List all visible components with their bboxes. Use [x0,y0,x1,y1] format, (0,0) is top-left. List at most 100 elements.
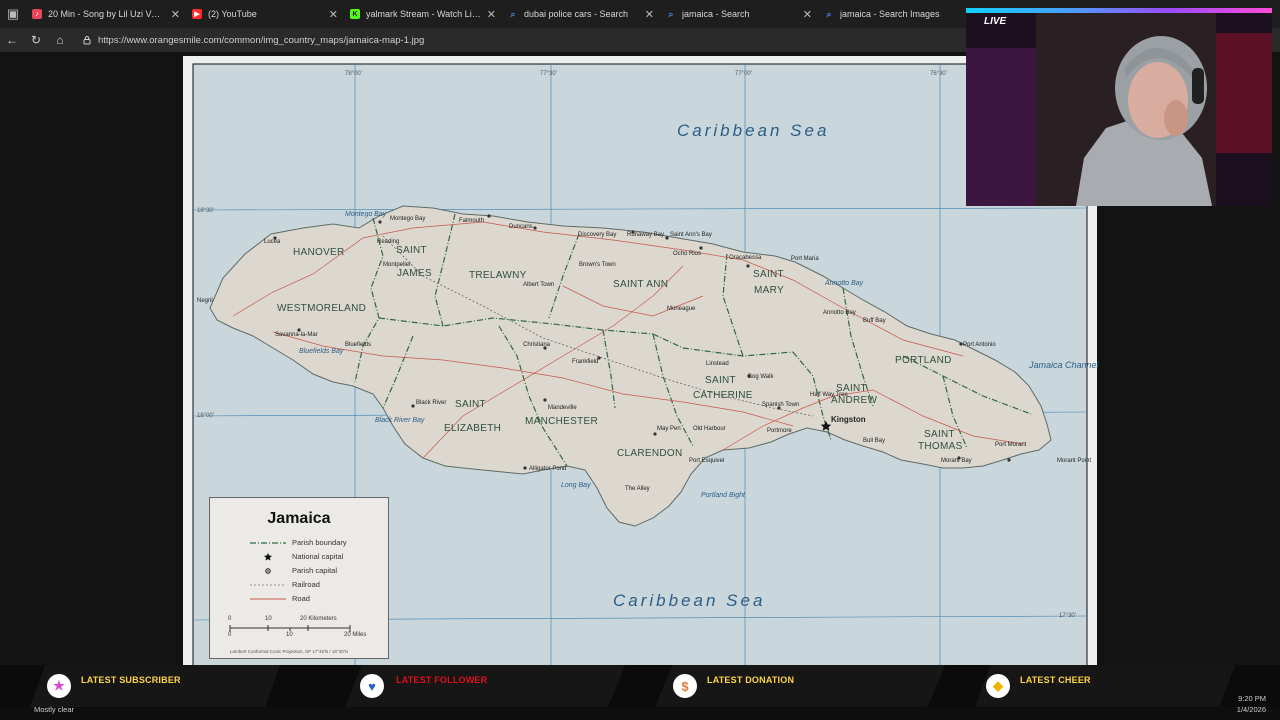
parish-capital-symbol [250,567,286,575]
scale-bar: 0 10 20 Kilometers 0 10 20 Miles [228,616,368,646]
kick-icon: K [350,9,360,19]
legend-label: Parish capital [292,566,338,575]
water-label: Black River Bay [375,417,425,424]
youtube-icon: ▶ [192,9,202,19]
coordinate-label: 76°30' [930,71,947,77]
close-tab-icon[interactable]: ✕ [487,8,496,21]
refresh-icon[interactable]: ↻ [24,28,48,52]
legend-item: Parish capital [250,566,337,575]
latest-cheer-panel [975,665,1235,707]
legend-label: National capital [292,552,344,561]
weather-text[interactable]: Mostly clear [34,705,74,714]
town-label: Discovery Bay [578,232,617,238]
town-label: Bluefields [345,342,372,348]
tab-actions-icon[interactable]: ▣ [0,0,26,28]
legend-item: Road [250,594,310,603]
map-legend: Jamaica Parish boundary National capital… [209,497,389,659]
tab-apple-music[interactable]: ♪ 20 Min - Song by Lil Uzi Vert - Ap ✕ [26,0,186,28]
legend-label: Parish boundary [292,538,347,547]
legend-item: Parish boundary [250,538,347,547]
search-icon: ⌕ [510,8,516,19]
town-label: Montego Bay [390,216,426,222]
town-label: Duncans [509,224,533,230]
legend-label: Road [292,594,310,603]
town-label: May Pen [657,426,681,432]
back-arrow-icon[interactable]: ← [0,28,24,52]
town-label: Frankfield [572,359,599,365]
latest-donation-label: LATEST DONATION [707,675,795,685]
site-info-icon[interactable] [82,35,92,45]
town-label: Alligator Pond [529,466,567,472]
coordinate-label: 78°00' [345,71,362,77]
town-label: Bog Walk [748,374,774,380]
town-label: Old Harbour [693,426,726,432]
star-icon: ★ [47,674,71,698]
town-label: Black River [416,400,447,406]
parish-label: SAINT [396,245,427,256]
coordinate-label: 17°30' [1059,613,1076,619]
clock-time: 9:20 PM [1238,694,1266,703]
town-label: Falmouth [459,218,485,224]
taskbar [0,707,1280,720]
url-text: https://www.orangesmile.com/common/img_c… [98,34,425,46]
coordinate-label: 77°00' [735,71,752,77]
town-label: The Alley [625,486,650,492]
tab-title: dubai police cars - Search [524,9,629,19]
parish-label: CLARENDON [617,448,683,459]
tab-dubai-search[interactable]: ⌕ dubai police cars - Search ✕ [502,0,660,28]
railroad-symbol [250,581,286,589]
close-tab-icon[interactable]: ✕ [329,8,338,21]
address-bar[interactable]: https://www.orangesmile.com/common/img_c… [76,30,956,50]
tab-title: yalmark Stream - Watch Live on K [366,9,481,19]
town-label: Bull Bay [863,438,886,444]
scale-label: 10 [265,616,272,622]
webcam-feed [966,13,1272,206]
town-label: Reading [377,239,400,245]
town-label: Brown's Town [579,262,616,268]
jamaica-map-image: Caribbean Sea Caribbean Sea HANOVER SAIN… [183,56,1099,670]
latest-cheer-label: LATEST CHEER [1020,675,1091,685]
town-label: Port Maria [791,256,819,262]
close-tab-icon[interactable]: ✕ [645,8,654,21]
town-label: Spanish Town [762,402,800,408]
tab-kick[interactable]: K yalmark Stream - Watch Live on K ✕ [344,0,502,28]
water-label: Jamaica Channel [1029,360,1099,370]
parish-label: THOMAS [918,441,963,452]
tab-jamaica-search[interactable]: ⌕ jamaica - Search ✕ [660,0,818,28]
town-label: Montpelier [383,262,412,268]
town-label: Ocho Rios [673,251,702,257]
heart-icon: ♥ [360,674,384,698]
live-label: LIVE [984,16,1007,27]
legend-item: National capital [250,552,343,561]
town-label: Negril [197,298,213,304]
town-label: Port Esquivel [689,458,725,464]
parish-label: SAINT [455,399,486,410]
parish-label: HANOVER [293,247,345,258]
latest-follower-panel [345,665,625,707]
town-label-capital: Kingston [831,415,866,424]
legend-title: Jamaica [267,510,331,527]
legend-item: Railroad [250,580,320,589]
clock-date: 1/4/2026 [1236,705,1266,714]
coordinate-label: 18°30' [197,208,214,214]
music-icon: ♪ [32,9,42,19]
town-label: Lucea [264,239,281,245]
town-label: Runaway Bay [627,232,665,238]
parish-boundary-symbol [250,539,286,547]
search-icon: ⌕ [826,8,832,19]
latest-subscriber-label: LATEST SUBSCRIBER [81,675,181,685]
parish-label: SAINT [753,269,784,280]
tab-jamaica-images[interactable]: ⌕ jamaica - Search Images [818,0,966,28]
close-tab-icon[interactable]: ✕ [803,8,812,21]
star-icon [250,552,286,561]
town-label: Savanna-la-Mar [275,332,318,338]
coordinate-label: 77°30' [540,71,557,77]
road-symbol [250,595,286,603]
home-icon[interactable]: ⌂ [48,28,72,52]
tab-youtube[interactable]: ▶ (2) YouTube ✕ [186,0,344,28]
dollar-icon: $ [673,674,697,698]
tab-title: (2) YouTube [208,9,257,19]
taskbar-clock[interactable]: 9:20 PM 1/4/2026 [1237,693,1266,715]
town-label: Port Morant [995,442,1027,448]
close-tab-icon[interactable]: ✕ [171,8,180,21]
